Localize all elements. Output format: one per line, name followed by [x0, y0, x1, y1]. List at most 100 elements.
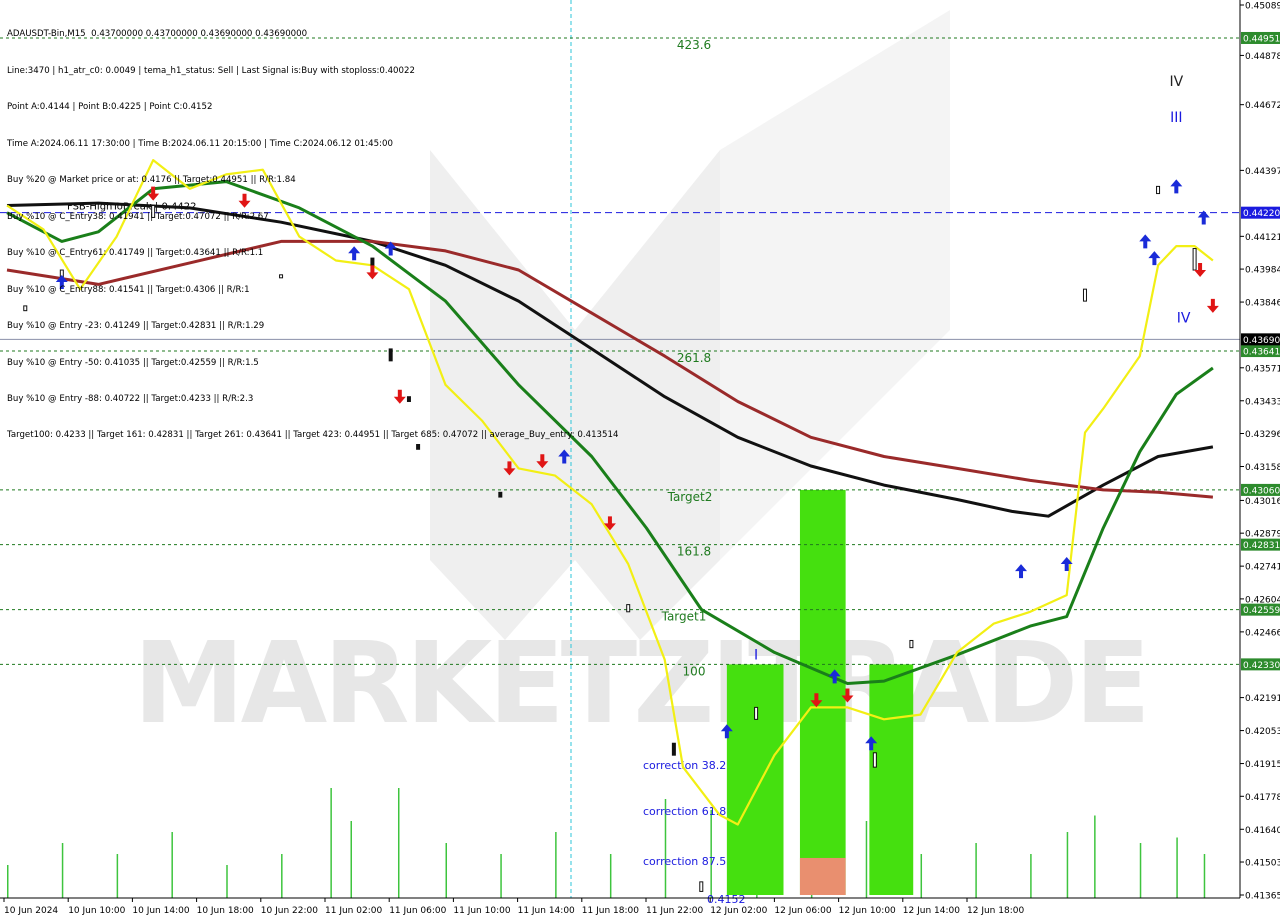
- price-tick-label: 0.41640: [1245, 826, 1280, 836]
- volume-bar: [7, 865, 9, 898]
- volume-bar: [1203, 854, 1206, 898]
- volume-bar: [61, 843, 64, 898]
- info-line: Buy %10 @ Entry -23: 0.41249 || Target:0…: [7, 321, 265, 332]
- candle: [754, 706, 759, 720]
- info-line: Buy %10 @ Entry -50: 0.41035 || Target:0…: [7, 357, 259, 368]
- level-text-label: Target2: [667, 490, 713, 504]
- candle: [1082, 288, 1087, 302]
- price-tick-label: 0.42053: [1245, 727, 1280, 737]
- info-line: Line:3470 | h1_atr_c0: 0.0049 | tema_h1_…: [7, 65, 415, 76]
- time-tick-label: 11 Jun 10:00: [453, 906, 510, 916]
- price-tick-label: 0.41778: [1245, 793, 1280, 803]
- fib-zone-bar: [799, 857, 846, 895]
- time-tick-label: 11 Jun 06:00: [389, 906, 446, 916]
- candle: [498, 491, 503, 498]
- wave-label: III: [1170, 110, 1182, 126]
- fib-zone-bar: [869, 664, 914, 895]
- level-price-label: 0.42831: [1243, 541, 1280, 551]
- current-price-label: 0.43690: [1243, 336, 1280, 346]
- level-price-label: 0.44220: [1243, 209, 1280, 219]
- info-line: Time A:2024.06.11 17:30:00 | Time B:2024…: [7, 138, 393, 149]
- wave-label: I: [754, 648, 758, 664]
- level-text-label: 161.8: [677, 545, 711, 559]
- time-tick-label: 10 Jun 14:00: [132, 906, 189, 916]
- volume-bar: [1030, 854, 1032, 898]
- price-tick-label: 0.43158: [1245, 463, 1280, 473]
- candle: [872, 752, 877, 768]
- price-tick-label: 0.44878: [1245, 52, 1280, 62]
- volume-bar: [445, 843, 447, 898]
- fib-zone-bar: [799, 489, 846, 895]
- price-tick-label: 0.41915: [1245, 760, 1280, 770]
- volume-bar: [171, 832, 173, 898]
- price-tick-label: 0.42191: [1245, 694, 1280, 704]
- candle: [1156, 185, 1161, 195]
- time-tick-label: 10 Jun 10:00: [68, 906, 125, 916]
- symbol-header: ADAUSDT-Bin,M15 0.43700000 0.43700000 0.…: [7, 29, 308, 40]
- info-line: Buy %10 @ Entry -88: 0.40722 || Target:0…: [7, 394, 254, 404]
- price-tick-label: 0.43846: [1245, 299, 1280, 309]
- price-tick-label: 0.44121: [1245, 233, 1280, 243]
- level-price-label: 0.43641: [1243, 348, 1280, 358]
- price-tick-label: 0.42741: [1245, 563, 1280, 573]
- level-price-label: 0.42330: [1243, 661, 1280, 671]
- price-tick-label: 0.43296: [1245, 430, 1280, 440]
- fib-correction-label: correction 87.5: [643, 855, 726, 868]
- volume-bar: [397, 788, 400, 898]
- price-tick-label: 0.43984: [1245, 266, 1280, 276]
- level-text-label: 423.6: [677, 38, 711, 52]
- level-text-label: Target1: [661, 610, 707, 624]
- indicator-info-panel: ADAUSDT-Bin,M15 0.43700000 0.43700000 0.…: [7, 4, 618, 466]
- price-tick-label: 0.42879: [1245, 530, 1280, 540]
- candle: [1192, 248, 1197, 271]
- time-tick-label: 12 Jun 18:00: [967, 906, 1024, 916]
- volume-bar: [1139, 843, 1142, 898]
- price-tick-label: 0.41503: [1245, 859, 1280, 869]
- fib-zone-bar: [726, 664, 784, 895]
- time-tick-label: 10 Jun 22:00: [261, 906, 318, 916]
- volume-bar: [975, 843, 977, 898]
- info-line: Target100: 0.4233 || Target 161: 0.42831…: [7, 430, 619, 441]
- time-tick-label: 12 Jun 02:00: [710, 906, 767, 916]
- time-tick-label: 10 Jun 2024: [4, 906, 58, 916]
- price-tick-label: 0.41365: [1245, 892, 1280, 902]
- level-price-label: 0.43060: [1243, 486, 1280, 496]
- level-text-label: 100: [683, 664, 706, 678]
- volume-bar: [350, 821, 352, 898]
- time-tick-label: 11 Jun 02:00: [325, 906, 382, 916]
- time-tick-label: 12 Jun 06:00: [774, 906, 831, 916]
- candle: [626, 604, 631, 613]
- candle: [909, 639, 914, 649]
- wave-label: IV: [1177, 311, 1191, 327]
- time-tick-label: 11 Jun 22:00: [646, 906, 703, 916]
- price-tick-label: 0.44672: [1245, 101, 1280, 111]
- trading-chart[interactable]: MARKETZITRADE correction 38.2 correction …: [0, 0, 1280, 920]
- price-tick-label: 0.42466: [1245, 628, 1280, 638]
- time-tick-label: 12 Jun 10:00: [839, 906, 896, 916]
- volume-bar: [1094, 815, 1096, 898]
- candle: [671, 742, 676, 756]
- volume-bar: [116, 854, 119, 898]
- volume-bar: [330, 788, 332, 898]
- price-tick-label: 0.43571: [1245, 364, 1280, 374]
- volume-bar: [500, 854, 502, 898]
- volume-bar: [555, 832, 557, 898]
- price-tick-label: 0.45089: [1245, 2, 1280, 12]
- time-tick-label: 12 Jun 14:00: [903, 906, 960, 916]
- volume-bar: [710, 810, 712, 898]
- info-line: Buy %10 @ C_Entry38: 0.41941 || Target:0…: [7, 211, 269, 222]
- volume-bar: [609, 854, 612, 898]
- info-line: Buy %20 @ Market price or at: 0.4176 || …: [7, 175, 296, 186]
- level-text-label: 261.8: [677, 351, 711, 365]
- wave-label: IV: [1169, 74, 1183, 90]
- time-tick-label: 11 Jun 18:00: [582, 906, 639, 916]
- volume-bar: [226, 865, 228, 898]
- candle: [699, 881, 704, 892]
- info-line: Point A:0.4144 | Point B:0.4225 | Point …: [7, 102, 213, 113]
- price-tick-label: 0.43433: [1245, 397, 1280, 407]
- volume-bar: [1176, 837, 1178, 898]
- volume-bar: [1066, 832, 1069, 898]
- fib-correction-label: 0.4152: [707, 893, 746, 906]
- price-tick-label: 0.44397: [1245, 167, 1280, 177]
- volume-bar: [865, 821, 868, 898]
